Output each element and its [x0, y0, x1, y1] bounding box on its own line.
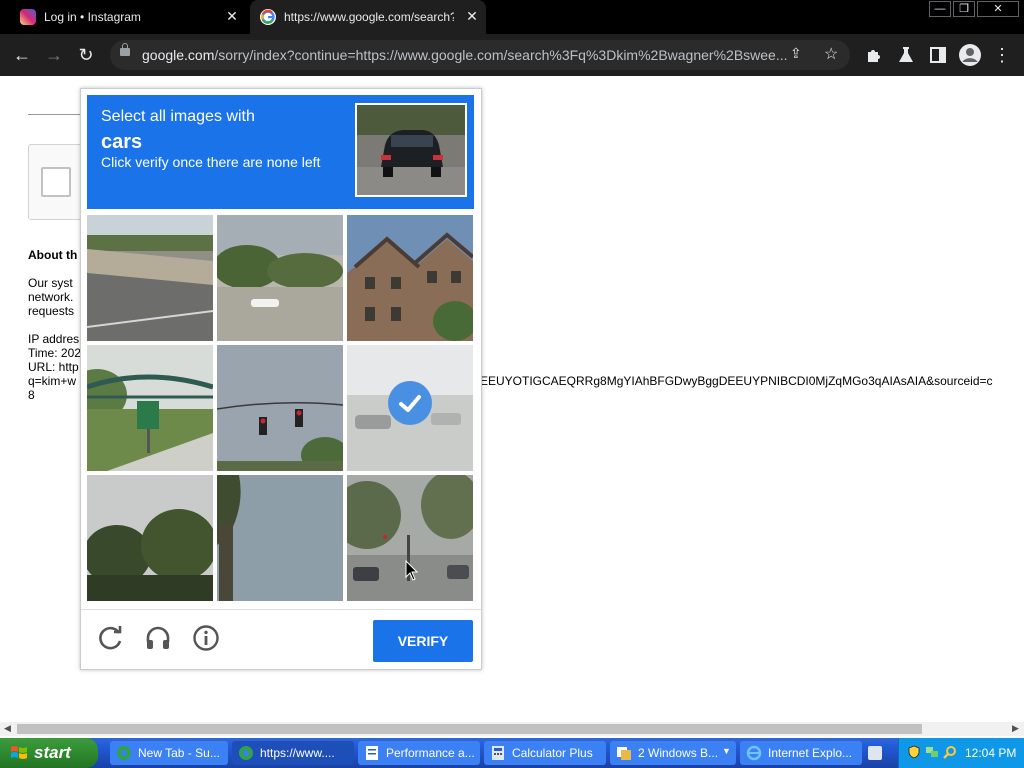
clock-text: 12:04 PM — [965, 746, 1017, 760]
image-tile-palm-trees[interactable] — [87, 475, 213, 601]
share-icon[interactable]: ⇪ — [790, 45, 802, 62]
browser-toolbar: ← → ↻ google.com/sorry/index?continue=ht… — [0, 34, 1024, 76]
calculator-icon — [490, 745, 506, 761]
chrome-icon — [116, 745, 132, 761]
close-window-button[interactable]: ✕ — [977, 1, 1019, 17]
google-icon — [260, 9, 276, 25]
bookmark-star-icon[interactable]: ☆ — [824, 44, 838, 64]
start-label: start — [34, 743, 71, 762]
taskbar-item-internet-explorer[interactable]: Internet Explo... — [740, 741, 862, 765]
tab-instagram[interactable]: Log in • Instagram ✕ — [0, 0, 250, 34]
windows-group-icon — [616, 745, 632, 761]
challenge-header: Select all images with cars Click verify… — [87, 95, 474, 209]
extensions-puzzle-icon[interactable] — [862, 43, 886, 67]
image-tile-trees-white-car[interactable] — [217, 215, 343, 341]
kebab-menu-icon[interactable]: ⋮ — [990, 43, 1014, 67]
tab-google-search[interactable]: https://www.google.com/search?q ✕ — [250, 0, 486, 34]
image-tile-traffic-lights[interactable] — [217, 345, 343, 471]
info-icon[interactable] — [192, 624, 220, 652]
minimize-button[interactable]: — — [929, 1, 951, 17]
taskbar-item-chrome-google[interactable]: https://www.... — [232, 741, 354, 765]
horizontal-scrollbar[interactable]: ◀ ▶ — [0, 722, 1024, 736]
browser-tab-strip: Log in • Instagram ✕ https://www.google.… — [0, 0, 1024, 34]
image-tile-grid — [87, 215, 474, 602]
taskbar: start New Tab - Su... https://www.... Pe… — [0, 738, 1024, 768]
query-text: q=kim+w — [28, 374, 77, 388]
recaptcha-challenge: Select all images with cars Click verify… — [80, 88, 482, 670]
close-tab-icon[interactable]: ✕ — [464, 8, 480, 25]
profile-avatar-icon[interactable] — [958, 43, 982, 67]
audio-challenge-headphones-icon[interactable] — [144, 624, 172, 652]
taskbar-item-label: https://www.... — [260, 746, 335, 760]
forward-arrow-icon[interactable]: → — [42, 43, 66, 67]
mouse-cursor-icon — [405, 559, 419, 587]
taskbar-item-label: Internet Explo... — [768, 746, 853, 760]
sample-car-image — [355, 103, 467, 197]
group-dropdown-arrow-icon[interactable]: ▼ — [722, 746, 731, 756]
scroll-left-arrow-icon[interactable]: ◀ — [4, 723, 11, 734]
taskbar-item-label: Calculator Plus — [512, 746, 593, 760]
image-tile-footbridge-sign[interactable] — [87, 345, 213, 471]
search-icon[interactable] — [943, 745, 957, 759]
time-text: Time: 202 — [28, 346, 81, 360]
instruction-text: Select all images with — [101, 108, 255, 125]
tab-title: https://www.google.com/search?q — [284, 10, 454, 24]
body-text: requests — [28, 304, 75, 318]
image-tile-townhouses[interactable] — [347, 215, 473, 341]
back-arrow-icon[interactable]: ← — [10, 43, 34, 67]
url-text[interactable]: google.com/sorry/index?continue=https://… — [142, 47, 792, 63]
taskbar-item-calculator[interactable]: Calculator Plus — [484, 741, 606, 765]
address-bar[interactable]: google.com/sorry/index?continue=https://… — [110, 40, 850, 70]
query-text-continued: EEUYOTIGCAEQRRg8MgYIAhBFGDwyBggDEEUYPNIB… — [480, 374, 993, 388]
taskbar-item-label: New Tab - Su... — [138, 746, 220, 760]
divider — [28, 114, 88, 115]
instruction-subtext: Click verify once there are none left — [101, 154, 321, 170]
system-tray: 12:04 PM — [898, 738, 1024, 768]
taskbar-item-performance[interactable]: Performance a... — [358, 741, 480, 765]
image-tile-faded-parking-lot[interactable] — [347, 345, 473, 471]
chrome-icon — [238, 745, 254, 761]
document-icon — [364, 745, 380, 761]
reload-icon[interactable]: ↻ — [74, 43, 98, 67]
scroll-right-arrow-icon[interactable]: ▶ — [1012, 723, 1019, 734]
taskbar-item-new-tab[interactable]: New Tab - Su... — [110, 741, 228, 765]
target-object-text: cars — [101, 131, 143, 153]
scrollbar-thumb[interactable] — [17, 724, 922, 734]
keyboard-language-icon[interactable] — [868, 746, 882, 760]
recaptcha-checkbox[interactable] — [41, 167, 71, 197]
windows-flag-icon — [11, 746, 27, 759]
selected-checkmark-icon — [388, 381, 432, 425]
taskbar-item-label: Performance a... — [386, 746, 475, 760]
taskbar-item-label: 2 Windows B... — [638, 746, 719, 760]
labs-flask-icon[interactable] — [894, 43, 918, 67]
image-tile-roadside-rocks[interactable] — [87, 215, 213, 341]
challenge-footer: VERIFY — [81, 609, 481, 670]
image-tile-palm-and-sky[interactable] — [217, 475, 343, 601]
url-label-text: URL: http — [28, 360, 79, 374]
body-text: Our syst — [28, 276, 73, 290]
body-text: network. — [28, 290, 74, 304]
close-tab-icon[interactable]: ✕ — [224, 8, 240, 25]
tab-title: Log in • Instagram — [44, 10, 141, 24]
taskbar-item-windows-group[interactable]: 2 Windows B... ▼ — [610, 741, 736, 765]
instagram-icon — [20, 9, 36, 25]
reload-challenge-icon[interactable] — [97, 624, 125, 652]
lock-icon[interactable] — [120, 43, 130, 56]
network-icon[interactable] — [925, 745, 939, 759]
side-panel-icon[interactable] — [926, 43, 950, 67]
restore-button[interactable]: ❐ — [953, 1, 975, 17]
verify-button[interactable]: VERIFY — [373, 620, 473, 662]
start-button[interactable]: start — [0, 738, 98, 768]
ip-address-text: IP addres — [28, 332, 80, 346]
query-text-end: 8 — [28, 388, 35, 402]
about-heading: About th — [28, 248, 78, 262]
internet-explorer-icon — [746, 745, 762, 761]
security-shield-icon[interactable] — [907, 745, 921, 759]
